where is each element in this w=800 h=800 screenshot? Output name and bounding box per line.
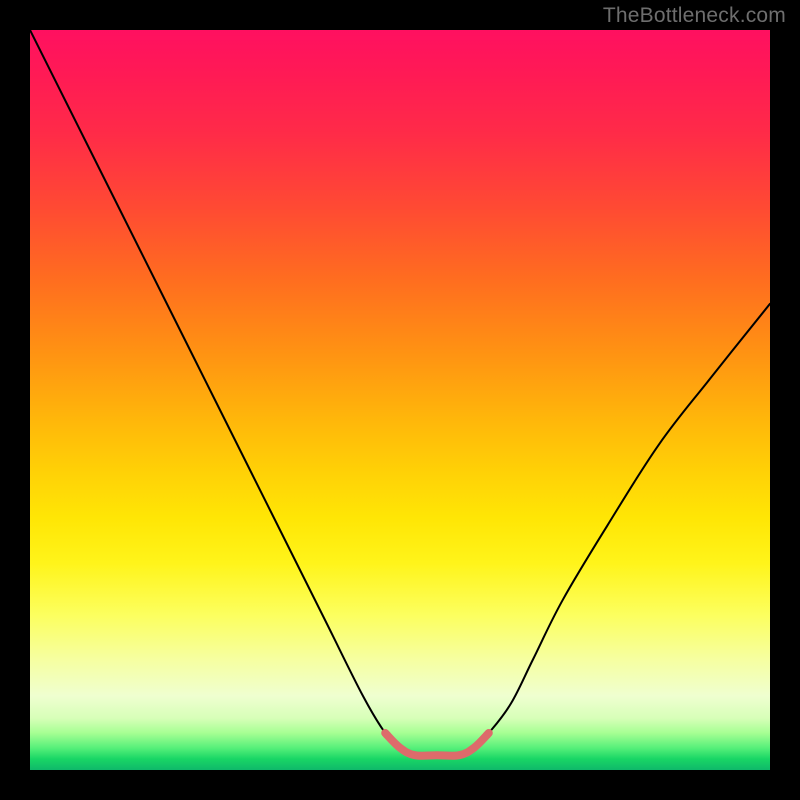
watermark-text: TheBottleneck.com (603, 4, 786, 28)
plot-area (30, 30, 770, 770)
bottleneck-curve (30, 30, 770, 756)
optimal-band (385, 733, 489, 756)
curve-overlay (30, 30, 770, 770)
chart-frame: TheBottleneck.com (0, 0, 800, 800)
